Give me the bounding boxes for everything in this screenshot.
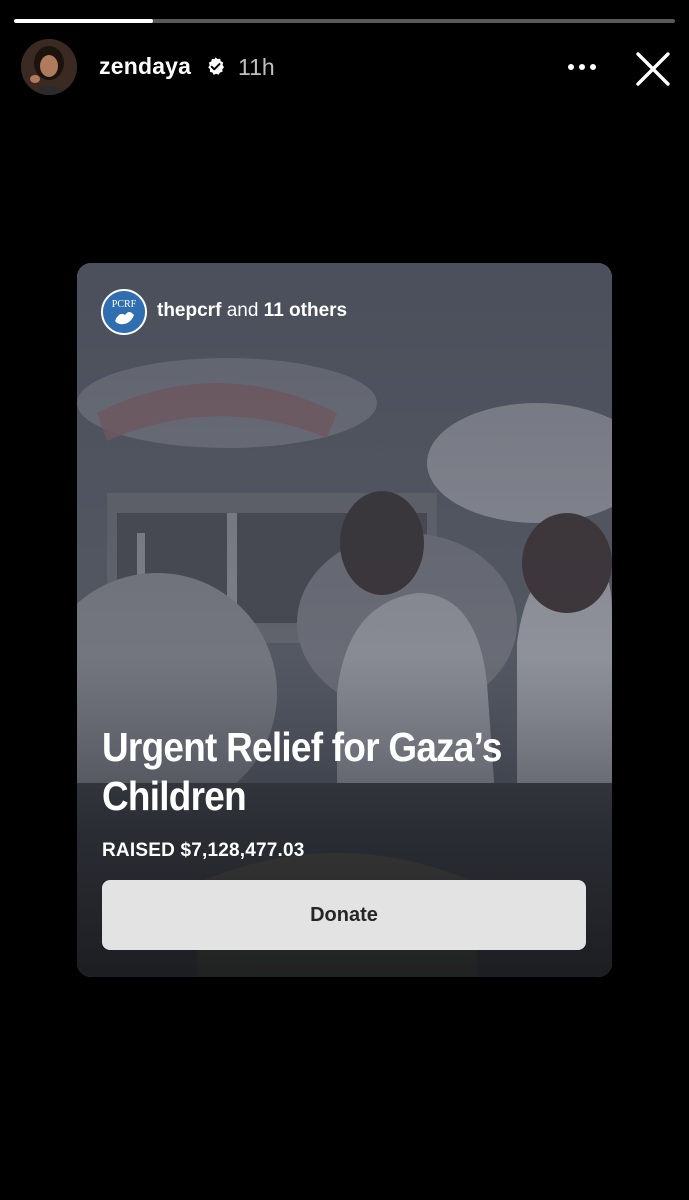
- close-icon[interactable]: [634, 50, 672, 88]
- story-username[interactable]: zendaya: [99, 53, 191, 80]
- pcrf-logo-icon: PCRF: [103, 291, 145, 333]
- story-timestamp: 11h: [238, 54, 275, 80]
- avatar-photo: [21, 39, 77, 95]
- story-progress-bar: [14, 19, 675, 23]
- fundraiser-title: Urgent Relief for Gaza’s Children: [102, 724, 502, 819]
- more-options-icon[interactable]: [566, 56, 598, 78]
- organizer-others[interactable]: 11 others: [264, 300, 347, 321]
- story-header: zendaya 11h: [0, 36, 689, 98]
- organizer-line[interactable]: thepcrf and 11 others: [157, 300, 347, 322]
- organizer-logo[interactable]: PCRF: [101, 289, 147, 335]
- organizer-and: and: [226, 300, 259, 321]
- avatar[interactable]: [21, 39, 77, 95]
- svg-text:PCRF: PCRF: [112, 299, 137, 310]
- verified-badge-icon: [208, 57, 225, 75]
- organizer-name[interactable]: thepcrf: [157, 300, 221, 321]
- donate-button[interactable]: Donate: [102, 880, 586, 950]
- fundraiser-sticker-card[interactable]: PCRF thepcrf and 11 others Urgent Relief…: [77, 263, 612, 977]
- fundraiser-cover-photo: [77, 263, 612, 977]
- story-progress-fill: [14, 19, 153, 23]
- amount-raised: RAISED $7,128,477.03: [102, 840, 305, 861]
